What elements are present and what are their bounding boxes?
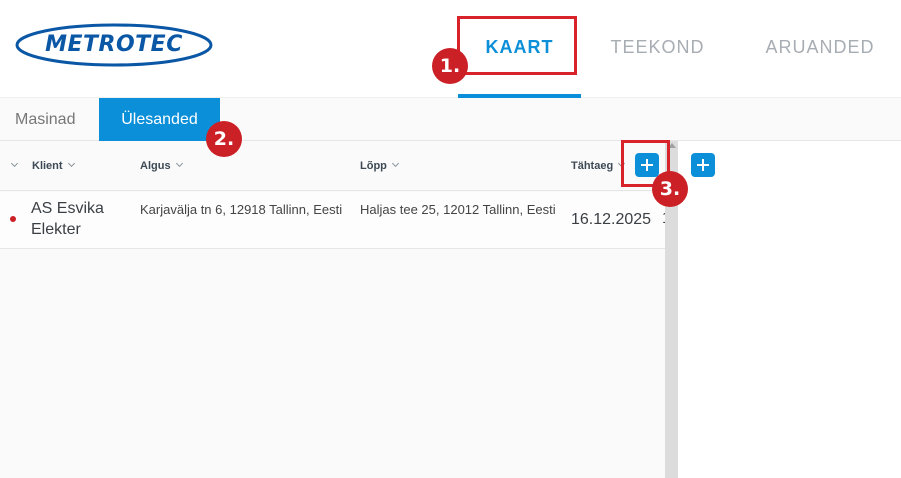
chevron-down-icon: [67, 159, 75, 168]
status-dot-icon: [10, 216, 16, 222]
annotation-marker-3: 3.: [652, 171, 688, 207]
cell-klient: AS Esvika Elekter: [31, 200, 104, 238]
column-label-algus: Algus: [140, 160, 171, 172]
subtab-masinad[interactable]: Masinad: [15, 98, 75, 141]
tasks-panel: Klient Algus Lõpp Tähtaeg AS Esvika Elek…: [0, 141, 665, 478]
column-header-lopp[interactable]: Lõpp: [360, 141, 399, 191]
tab-teekond[interactable]: TEEKOND: [595, 28, 720, 66]
column-header-klient[interactable]: Klient: [32, 141, 75, 191]
expand-all-toggle[interactable]: [10, 141, 19, 191]
logo-text: METROTEC: [45, 32, 183, 57]
column-label-tahtaeg: Tähtaeg: [571, 160, 614, 172]
detail-panel: [678, 141, 901, 478]
cell-algus: Karjavälja tn 6, 12918 Tallinn, Eesti: [140, 202, 343, 217]
annotation-box-1: [457, 16, 577, 75]
column-header-tahtaeg[interactable]: Tähtaeg: [571, 141, 626, 191]
subtab-ulesanded[interactable]: Ülesanded: [99, 98, 220, 149]
chevron-down-icon: [10, 159, 19, 168]
metrotec-logo[interactable]: METROTEC: [14, 22, 214, 68]
annotation-marker-2: 2.: [206, 121, 242, 157]
add-button-secondary[interactable]: [691, 153, 715, 177]
annotation-marker-1: 1.: [432, 48, 468, 84]
chevron-down-icon: [175, 159, 183, 168]
column-label-klient: Klient: [32, 160, 63, 172]
cell-tahtaeg: 16.12.2025: [571, 211, 652, 228]
table-header: Klient Algus Lõpp Tähtaeg: [0, 141, 665, 191]
cell-lopp: Haljas tee 25, 12012 Tallinn, Eesti: [360, 202, 556, 217]
column-header-algus[interactable]: Algus: [140, 141, 183, 191]
table-row[interactable]: AS Esvika Elekter Karjavälja tn 6, 12918…: [0, 192, 665, 249]
column-label-lopp: Lõpp: [360, 160, 387, 172]
chevron-down-icon: [391, 159, 399, 168]
subtab-bar: Masinad Ülesanded: [0, 98, 901, 149]
tab-aruanded[interactable]: ARUANDED: [750, 28, 890, 66]
